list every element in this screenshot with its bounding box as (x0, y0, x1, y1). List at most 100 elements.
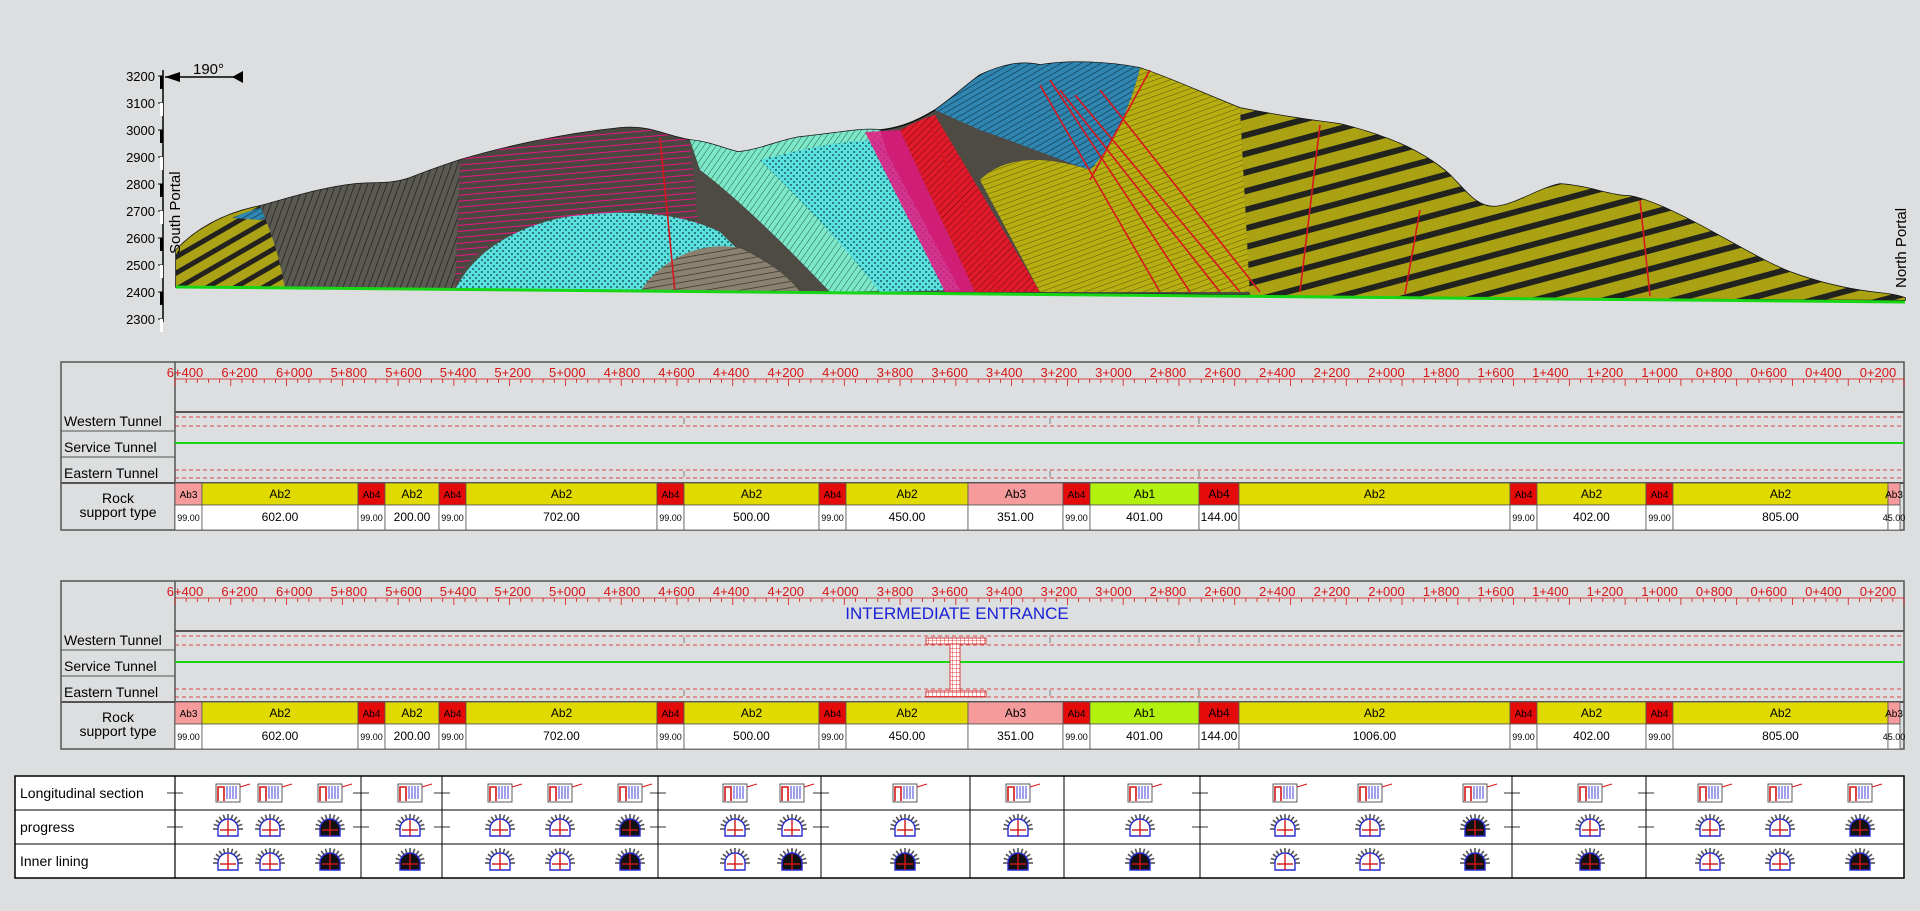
chainage-label: 1+600 (1477, 584, 1514, 599)
chainage-label: 1+800 (1423, 365, 1460, 380)
elevation-scale-block (160, 265, 163, 278)
elevation-tick-label: 2900 (126, 150, 155, 165)
segment-length: 450.00 (889, 729, 926, 743)
segment-length: 351.00 (997, 510, 1034, 524)
chainage-label: 1+200 (1587, 365, 1624, 380)
elevation-tick-label: 3100 (126, 96, 155, 111)
chainage-label: 4+400 (713, 365, 750, 380)
segment-length: 144.00 (1201, 510, 1238, 524)
rock-type-label: Ab1 (1134, 487, 1156, 501)
rock-type-label: Ab4 (662, 709, 680, 720)
elevation-tick-label: 2800 (126, 177, 155, 192)
segment-length: 99.00 (177, 513, 200, 523)
chainage-label: 3+800 (877, 584, 914, 599)
elevation-scale-block (160, 103, 163, 116)
chainage-label: 5+000 (549, 584, 586, 599)
rock-type-label: Ab3 (180, 490, 198, 501)
chainage-label: 4+800 (604, 584, 641, 599)
drawing-canvas: 3200 3100 3000 2900 2800 2700 2600 2500 2400 2300… (0, 0, 1920, 906)
elevation-scale-block (160, 157, 163, 170)
segment-length: 805.00 (1762, 510, 1799, 524)
panel-construction-plan-2: 6+400 6+200 6+000 5+800 5+600 5+400 5+200 5+000… (60, 580, 1905, 750)
chainage-label: 1+200 (1587, 584, 1624, 599)
segment-length: 99.00 (821, 513, 844, 523)
elevation-scale-block (160, 292, 163, 305)
rock-type-label: Ab4 (1208, 487, 1230, 501)
rock-type-label: Ab4 (1068, 490, 1086, 501)
chainage-label: 0+200 (1860, 584, 1897, 599)
rock-type-label: Ab4 (1651, 709, 1669, 720)
segment-length: 99.00 (441, 732, 464, 742)
service-tunnel-label: Service Tunnel (64, 439, 157, 455)
elevation-scale-block (160, 184, 163, 197)
chainage-label: 3+800 (877, 365, 914, 380)
rock-type-label: Ab4 (363, 490, 381, 501)
segment-length: 99.00 (821, 732, 844, 742)
chainage-label: 0+800 (1696, 365, 1733, 380)
western-tunnel-label: Western Tunnel (64, 632, 162, 648)
rock-type-label: Ab4 (1651, 490, 1669, 501)
chainage-label: 2+200 (1314, 584, 1351, 599)
segment-length: 99.00 (360, 732, 383, 742)
rock-type-label: Ab2 (1770, 706, 1792, 720)
chainage-label: 4+200 (767, 365, 804, 380)
intermediate-entrance-title: INTERMEDIATE ENTRANCE (845, 604, 1069, 623)
south-portal-label: South Portal (167, 171, 184, 254)
elevation-tick-label: 2700 (126, 204, 155, 219)
chainage-label: 4+200 (767, 584, 804, 599)
chainage-label: 2+400 (1259, 584, 1296, 599)
legend-row-label: Inner lining (20, 853, 89, 869)
elevation-tick-label: 2600 (126, 231, 155, 246)
access-adit-eastern (925, 690, 987, 698)
chainage-label: 3+200 (1041, 365, 1078, 380)
eastern-tunnel-label: Eastern Tunnel (64, 465, 158, 481)
chainage-label: 3+600 (931, 584, 968, 599)
rock-type-label: Ab4 (662, 490, 680, 501)
chainage-label: 6+000 (276, 584, 313, 599)
elevation-tick-label: 3200 (126, 69, 155, 84)
chainage-label: 0+400 (1805, 584, 1842, 599)
chainage-label: 5+200 (494, 365, 531, 380)
segment-length: 500.00 (733, 729, 770, 743)
rock-type-label: Ab1 (1134, 706, 1156, 720)
geological-profile: 3200 3100 3000 2900 2800 2700 2600 2500 2400 2300… (126, 61, 1910, 332)
chainage-label: 6+200 (221, 584, 258, 599)
chainage-label: 5+200 (494, 584, 531, 599)
chainage-label: 6+400 (167, 584, 204, 599)
chainage-label: 1+800 (1423, 584, 1460, 599)
rock-type-label: Ab2 (1364, 487, 1386, 501)
rock-type-label: Ab4 (444, 490, 462, 501)
rock-type-label: Ab2 (551, 706, 573, 720)
rock-type-label: Ab2 (896, 487, 918, 501)
chainage-label: 5+600 (385, 365, 422, 380)
rock-type-label: Ab3 (1005, 487, 1027, 501)
chainage-label: 0+400 (1805, 365, 1842, 380)
legend-row-label: Longitudinal section (20, 785, 144, 801)
chainage-label: 2+200 (1314, 365, 1351, 380)
chainage-label: 4+600 (658, 584, 695, 599)
length-cell (1238, 504, 1511, 531)
segment-length: 805.00 (1762, 729, 1799, 743)
chainage-label: 2+800 (1150, 365, 1187, 380)
rock-type-label: Ab4 (824, 709, 842, 720)
segment-length: 99.00 (659, 732, 682, 742)
access-adit-western (925, 637, 987, 645)
chainage-label: 5+600 (385, 584, 422, 599)
segment-length: 450.00 (889, 510, 926, 524)
rock-type-label: Ab2 (401, 487, 423, 501)
chainage-label: 6+200 (221, 365, 258, 380)
method-legend-table: Longitudinal section progress Inner lining (14, 775, 1905, 879)
segment-length: 402.00 (1573, 729, 1610, 743)
chainage-label: 1+400 (1532, 584, 1569, 599)
panel-construction-plan-1: 6+400 6+200 6+000 5+800 5+600 5+400 5+200 5+000… (60, 361, 1905, 531)
elevation-scale-block (160, 319, 163, 332)
bearing-label: 190° (193, 61, 224, 78)
segment-length: 99.00 (1512, 513, 1535, 523)
chainage-label: 1+400 (1532, 365, 1569, 380)
elevation-scale-block (160, 238, 163, 251)
chainage-label: 4+800 (604, 365, 641, 380)
segment-length: 401.00 (1126, 510, 1163, 524)
elevation-tick-label: 3000 (126, 123, 155, 138)
chainage-label: 0+200 (1860, 365, 1897, 380)
chainage-label: 4+400 (713, 584, 750, 599)
